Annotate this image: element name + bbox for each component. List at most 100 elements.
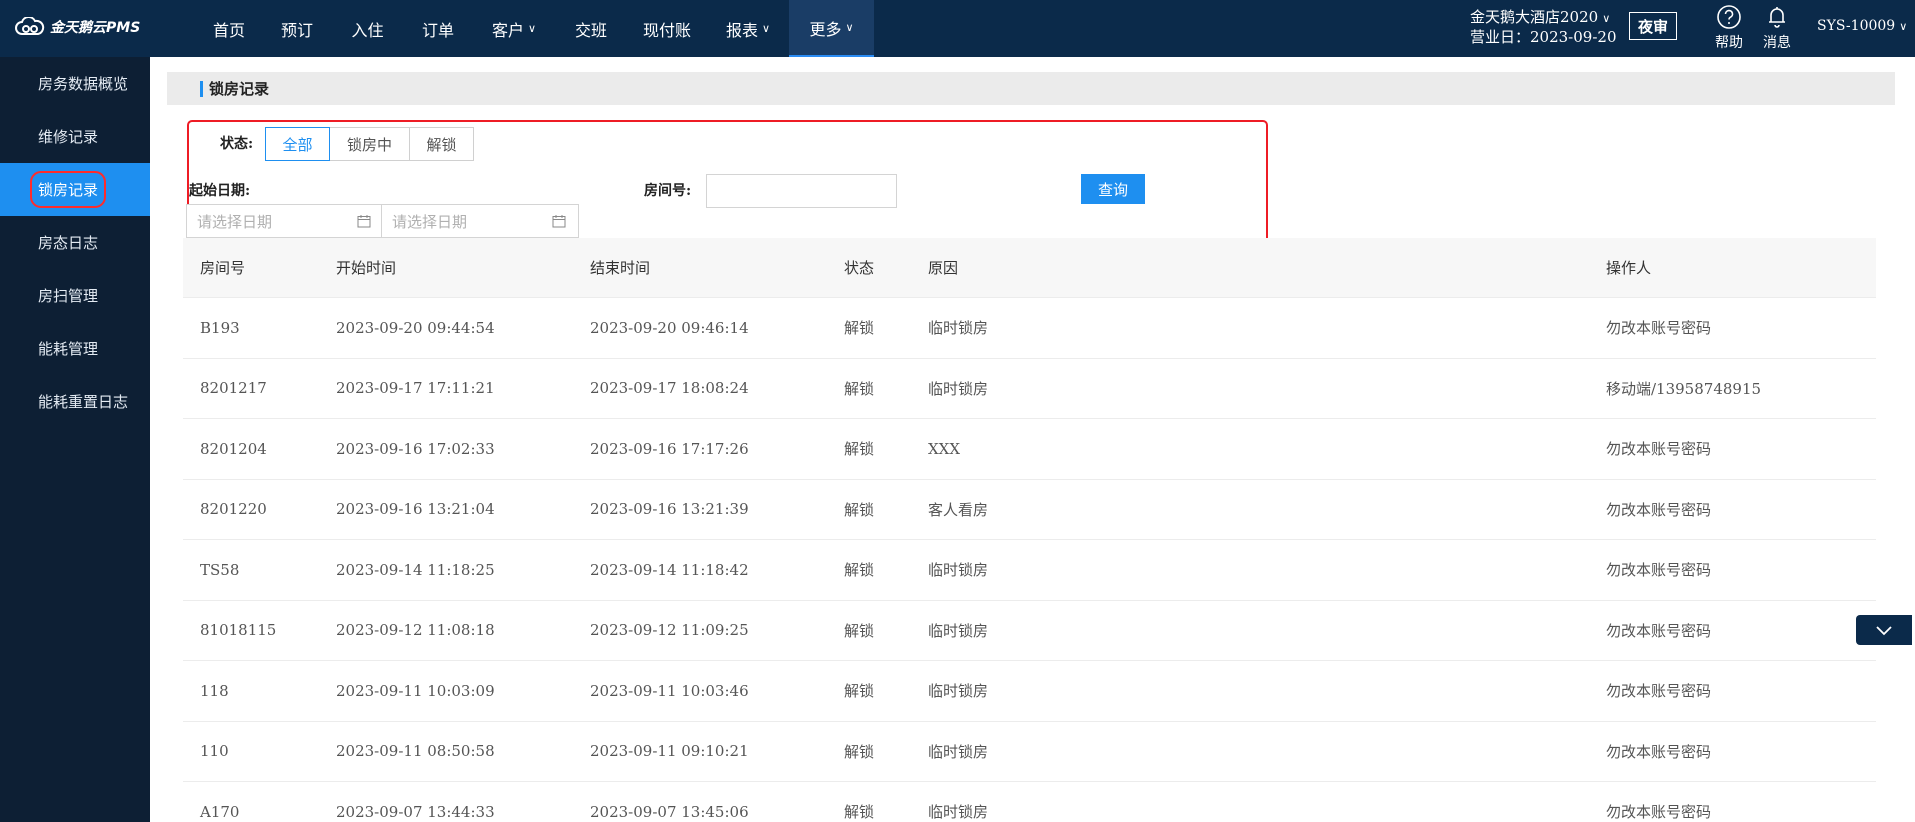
cell-status: 解锁 [844,803,875,822]
sidebar-item-label: 维修记录 [38,128,99,146]
nav-customers[interactable]: 客户 ∨ [473,0,555,57]
table-row[interactable]: 8201217 2023-09-17 17:11:21 2023-09-17 18:… [183,359,1876,419]
cell-reason: 临时锁房 [928,682,989,701]
col-room: 房间号 [200,259,246,277]
cell-start-time: 2023-09-07 13:44:33 [336,802,495,821]
cell-start-time: 2023-09-16 17:02:33 [336,439,495,458]
messages-button[interactable]: 消息 [1757,4,1797,52]
room-number-input[interactable] [706,174,897,208]
chevron-down-icon: ∨ [1899,20,1908,33]
help-button[interactable]: 帮助 [1709,4,1749,52]
cloud-logo-icon [15,17,45,35]
status-filter: 全部 锁房中 解锁 [265,127,474,161]
nav-home[interactable]: 首页 [196,0,262,57]
cell-reason: 临时锁房 [928,621,989,640]
nav-label: 更多 [809,19,842,39]
sidebar-item-lock-records[interactable]: 锁房记录 [0,163,150,216]
nav-checkin[interactable]: 入住 [332,0,403,57]
query-button[interactable]: 查询 [1081,174,1145,204]
cell-status: 解锁 [844,561,875,580]
sidebar-item-label: 房扫管理 [38,287,99,305]
col-start-time: 开始时间 [336,259,397,277]
nav-label: 交班 [574,20,607,40]
cell-reason: 临时锁房 [928,803,989,822]
sidebar-item-energy[interactable]: 能耗管理 [0,322,150,375]
section-header: 锁房记录 [167,72,1895,105]
end-date-placeholder: 请选择日期 [392,212,468,231]
nav-reservation[interactable]: 预订 [262,0,332,57]
status-option-all[interactable]: 全部 [265,127,330,161]
page-title: 锁房记录 [209,80,270,98]
cell-status: 解锁 [844,682,875,701]
table-header: 房间号 开始时间 结束时间 状态 原因 操作人 [183,238,1876,298]
cell-reason: XXX [928,439,961,458]
nav-orders[interactable]: 订单 [403,0,473,57]
page-scrollbar[interactable] [1903,57,1915,822]
table-row[interactable]: 8201220 2023-09-16 13:21:04 2023-09-16 13:… [183,480,1876,540]
cell-operator: 勿改本账号密码 [1606,621,1712,640]
table-row[interactable]: TS58 2023-09-14 11:18:25 2023-09-14 11:18:… [183,540,1876,601]
start-date-input[interactable]: 请选择日期 [186,204,384,238]
sidebar-item-maintenance[interactable]: 维修记录 [0,110,150,163]
cell-start-time: 2023-09-16 13:21:04 [336,500,495,519]
status-option-unlocked[interactable]: 解锁 [409,127,474,161]
cell-end-time: 2023-09-16 17:17:26 [590,439,749,458]
chevron-down-icon [1876,626,1892,636]
nav-shift[interactable]: 交班 [555,0,627,57]
cell-room: 8201204 [200,439,267,458]
cell-end-time: 2023-09-16 13:21:39 [590,500,749,519]
sidebar-item-label: 房态日志 [38,234,99,252]
cell-start-time: 2023-09-11 10:03:09 [336,681,495,700]
table-row[interactable]: 81018115 2023-09-12 11:08:18 2023-09-12 11… [183,601,1876,661]
cell-operator: 勿改本账号密码 [1606,742,1712,761]
cell-operator: 勿改本账号密码 [1606,561,1712,580]
sidebar-item-label: 能耗管理 [38,340,99,358]
cell-operator: 勿改本账号密码 [1606,500,1712,519]
cell-room: TS58 [200,560,240,579]
bell-icon [1769,7,1785,28]
nav-reports[interactable]: 报表 ∨ [707,0,789,57]
sidebar-item-housekeeping[interactable]: 房扫管理 [0,269,150,322]
cell-status: 解锁 [844,319,875,338]
user-menu[interactable]: SYS-10009 ∨ [1817,18,1907,34]
lock-records-table: 房间号 开始时间 结束时间 状态 原因 操作人 B193 2023-09-20 0… [183,238,1876,822]
cell-end-time: 2023-09-12 11:09:25 [590,621,749,640]
sidebar: 房务数据概览 维修记录 锁房记录 房态日志 房扫管理 能耗管理 能耗重置日志 [0,57,150,822]
cell-room: 118 [200,681,229,700]
cell-status: 解锁 [844,621,875,640]
cell-end-time: 2023-09-11 10:03:46 [590,681,749,700]
sidebar-item-label: 能耗重置日志 [38,393,129,411]
cell-status: 解锁 [844,500,875,519]
nav-more[interactable]: 更多 ∨ [789,0,874,57]
cell-operator: 勿改本账号密码 [1606,440,1712,459]
cell-room: A170 [200,802,240,821]
table-row[interactable]: 8201204 2023-09-16 17:02:33 2023-09-16 17:… [183,419,1876,480]
sidebar-item-energy-reset-log[interactable]: 能耗重置日志 [0,375,150,428]
table-row[interactable]: B193 2023-09-20 09:44:54 2023-09-20 09:46:… [183,298,1876,359]
cell-end-time: 2023-09-11 09:10:21 [590,742,749,761]
collapse-button[interactable] [1856,615,1912,645]
cell-room: 8201220 [200,500,267,519]
cell-room: 81018115 [200,621,277,640]
chevron-down-icon: ∨ [761,22,771,35]
sidebar-item-room-overview[interactable]: 房务数据概览 [0,57,150,110]
cell-operator: 勿改本账号密码 [1606,803,1712,822]
user-name: SYS-10009 [1817,18,1896,34]
nav-label: 订单 [421,20,454,40]
nav-cash-account[interactable]: 现付账 [627,0,707,57]
table-row[interactable]: 110 2023-09-11 08:50:58 2023-09-11 09:10:2… [183,722,1876,782]
nav-label: 客户 [491,20,524,40]
cell-start-time: 2023-09-12 11:08:18 [336,621,495,640]
table-row[interactable]: A170 2023-09-07 13:44:33 2023-09-07 13:45:… [183,782,1876,822]
nav-label: 预订 [280,20,313,40]
end-date-input[interactable]: 请选择日期 [381,204,579,238]
night-audit-button[interactable]: 夜审 [1629,12,1677,40]
cell-end-time: 2023-09-14 11:18:42 [590,560,749,579]
status-option-locked[interactable]: 锁房中 [329,127,410,161]
hotel-name: 金天鹅大酒店2020 [1470,8,1599,26]
table-row[interactable]: 118 2023-09-11 10:03:09 2023-09-11 10:03:4… [183,661,1876,722]
room-number-label: 房间号: [644,183,692,199]
hotel-selector[interactable]: 金天鹅大酒店2020 ∨ 营业日：2023-09-20 [1470,8,1617,47]
app-logo[interactable]: 金天鹅云PMS [14,17,140,37]
sidebar-item-room-status-log[interactable]: 房态日志 [0,216,150,269]
